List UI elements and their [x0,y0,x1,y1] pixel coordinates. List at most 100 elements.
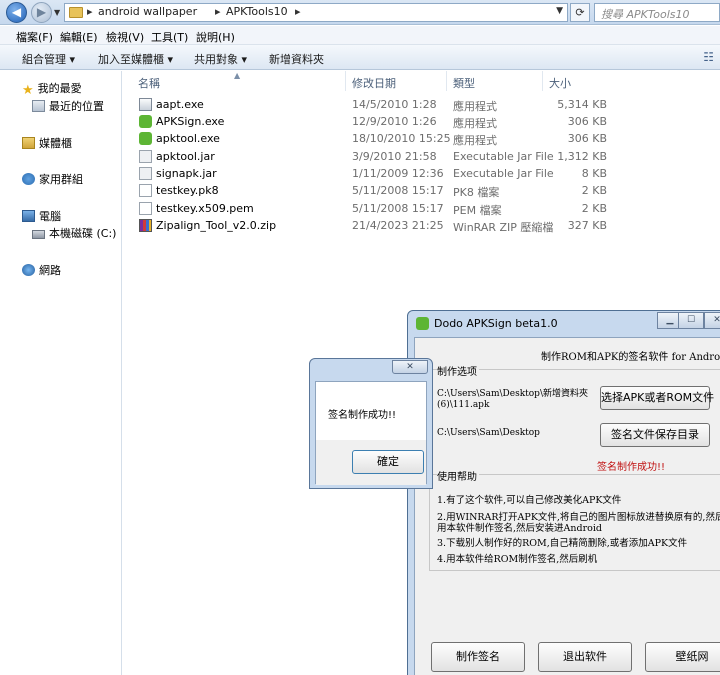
search-input[interactable]: 搜尋 APKTools10 [594,3,720,22]
help-line-3: 3.下载别人制作好的ROM,自己精简删除,或者添加APK文件 [437,538,688,549]
file-row[interactable]: aapt.exe 14/5/2010 1:28 應用程式 5,314 KB [123,97,720,114]
file-name: APKSign.exe [156,115,225,128]
file-row[interactable]: APKSign.exe 12/9/2010 1:26 應用程式 306 KB [123,114,720,131]
library-icon [22,137,35,149]
help-line-4: 4.用本软件给ROM制作签名,然后刷机 [437,554,598,565]
nav-recent-label: 最近的位置 [49,100,104,113]
file-row[interactable]: Zipalign_Tool_v2.0.zip 21/4/2023 21:25 W… [123,218,720,235]
breadcrumb-apktools10[interactable]: APKTools10 [226,5,288,18]
apksign-window: Dodo APKSign beta1.0 ▁ ☐ ✕ 制作ROM和APK的签名软… [407,310,720,675]
nav-favorites-label: 我的最愛 [37,82,82,95]
file-size: 8 KB [581,167,607,180]
file-type: 應用程式 [453,134,497,147]
column-header-name[interactable]: 名稱 [138,75,160,91]
file-name: aapt.exe [156,98,204,111]
file-name: signapk.jar [156,167,217,180]
make-signature-button[interactable]: 制作签名 [431,642,525,672]
file-name: apktool.jar [156,150,215,163]
file-size: 5,314 KB [557,98,607,111]
group-border [429,570,720,571]
android-icon [416,317,429,330]
exit-button[interactable]: 退出软件 [538,642,632,672]
share-with-button[interactable]: 共用對象 ▾ [194,51,247,67]
file-size: 306 KB [567,132,607,145]
file-date: 14/5/2010 1:28 [352,98,437,111]
nav-network-label: 網路 [39,264,61,277]
file-size: 2 KB [581,202,607,215]
file-date: 5/11/2008 15:17 [352,202,444,215]
menu-help[interactable]: 說明(H) [196,29,235,45]
nav-homegroup-label: 家用群組 [39,173,83,186]
file-row[interactable]: apktool.jar 3/9/2010 21:58 Executable Ja… [123,149,720,166]
nav-recent-places[interactable]: 最近的位置 [32,98,104,114]
back-button[interactable]: ◀ [6,2,27,23]
view-options-icon[interactable]: ☷ [703,50,714,64]
file-date: 12/9/2010 1:26 [352,115,437,128]
nav-computer[interactable]: 電腦 [22,208,61,224]
menu-view[interactable]: 檢視(V) [106,29,144,45]
add-to-library-button[interactable]: 加入至媒體櫃 ▾ [98,51,173,67]
recent-pages-dropdown[interactable]: ▼ [54,8,60,17]
file-name: apktool.exe [156,132,220,145]
menu-tools[interactable]: 工具(T) [151,29,188,45]
nav-libraries[interactable]: 媒體櫃 [22,135,72,151]
file-row[interactable]: signapk.jar 1/11/2009 12:36 Executable J… [123,166,720,183]
maximize-button[interactable]: ☐ [678,312,704,329]
organize-button[interactable]: 組合管理 ▾ [22,51,75,67]
address-box[interactable]: ▸ android wallpaper ▸ APKTools10 ▸ ▼ [64,3,568,22]
save-directory-button[interactable]: 签名文件保存目录 [600,423,710,447]
document-icon [139,202,152,215]
file-size: 2 KB [581,184,607,197]
drive-icon [32,230,45,239]
chevron-right-icon[interactable]: ▸ [87,5,93,18]
file-name: testkey.x509.pem [156,202,254,215]
nav-favorites[interactable]: ★ 我的最愛 [22,80,82,98]
help-line-1: 1.有了这个软件,可以自己修改美化APK文件 [437,495,622,506]
close-button[interactable]: ✕ [392,360,428,374]
chevron-right-icon[interactable]: ▸ [295,5,301,18]
column-header-type[interactable]: 類型 [453,75,475,91]
column-divider[interactable] [345,71,346,91]
wallpaper-site-button[interactable]: 壁纸网 [645,642,720,672]
file-date: 1/11/2009 12:36 [352,167,444,180]
dialog-message: 签名制作成功!! [328,410,397,421]
menu-edit[interactable]: 編輯(E) [60,29,98,45]
file-type: Executable Jar File [453,167,554,180]
new-folder-button[interactable]: 新增資料夾 [269,51,324,67]
help-group-label: 使用帮助 [437,468,479,483]
nav-network[interactable]: 網路 [22,262,61,278]
apksign-titlebar[interactable]: Dodo APKSign beta1.0 ▁ ☐ ✕ [408,311,720,337]
nav-local-disk-label: 本機磁碟 (C:) [49,227,117,240]
file-row[interactable]: testkey.pk8 5/11/2008 15:17 PK8 檔案 2 KB [123,183,720,200]
chevron-right-icon[interactable]: ▸ [215,5,221,18]
file-row[interactable]: apktool.exe 18/10/2010 15:25 應用程式 306 KB [123,131,720,148]
apksign-client-area: 制作ROM和APK的签名软件 for Android 制作选项 C:\Users… [414,337,720,675]
app-headline: 制作ROM和APK的签名软件 for Android [541,352,720,363]
file-date: 21/4/2023 21:25 [352,219,444,232]
success-status-text: 签名制作成功!! [597,462,666,473]
jar-icon [139,150,152,163]
nav-libraries-label: 媒體櫃 [39,137,72,150]
breadcrumb-android-wallpaper[interactable]: android wallpaper [98,5,197,18]
homegroup-icon [22,173,35,185]
address-history-dropdown[interactable]: ▼ [556,6,563,16]
nav-homegroup[interactable]: 家用群組 [22,171,83,187]
ok-button[interactable]: 確定 [352,450,424,474]
close-button[interactable]: ✕ [704,312,720,329]
file-row[interactable]: testkey.x509.pem 5/11/2008 15:17 PEM 檔案 … [123,201,720,218]
select-apk-rom-button[interactable]: 选择APK或者ROM文件 [600,386,714,410]
column-header-date[interactable]: 修改日期 [352,75,396,91]
column-divider[interactable] [446,71,447,91]
menu-file[interactable]: 檔案(F) [16,29,53,45]
nav-local-disk[interactable]: 本機磁碟 (C:) [32,225,116,241]
file-name: Zipalign_Tool_v2.0.zip [156,219,277,232]
column-divider[interactable] [542,71,543,91]
forward-button[interactable]: ▶ [31,2,52,23]
refresh-button[interactable]: ⟳ [570,3,590,22]
file-type: PK8 檔案 [453,186,500,199]
column-header-size[interactable]: 大小 [549,75,571,91]
help-line-2: 2.用WINRAR打开APK文件,将自己的图片图标放进替换原有的,然后用本软件制… [437,512,720,534]
file-type: PEM 檔案 [453,204,502,217]
document-icon [139,184,152,197]
options-group-label: 制作选项 [437,363,479,378]
